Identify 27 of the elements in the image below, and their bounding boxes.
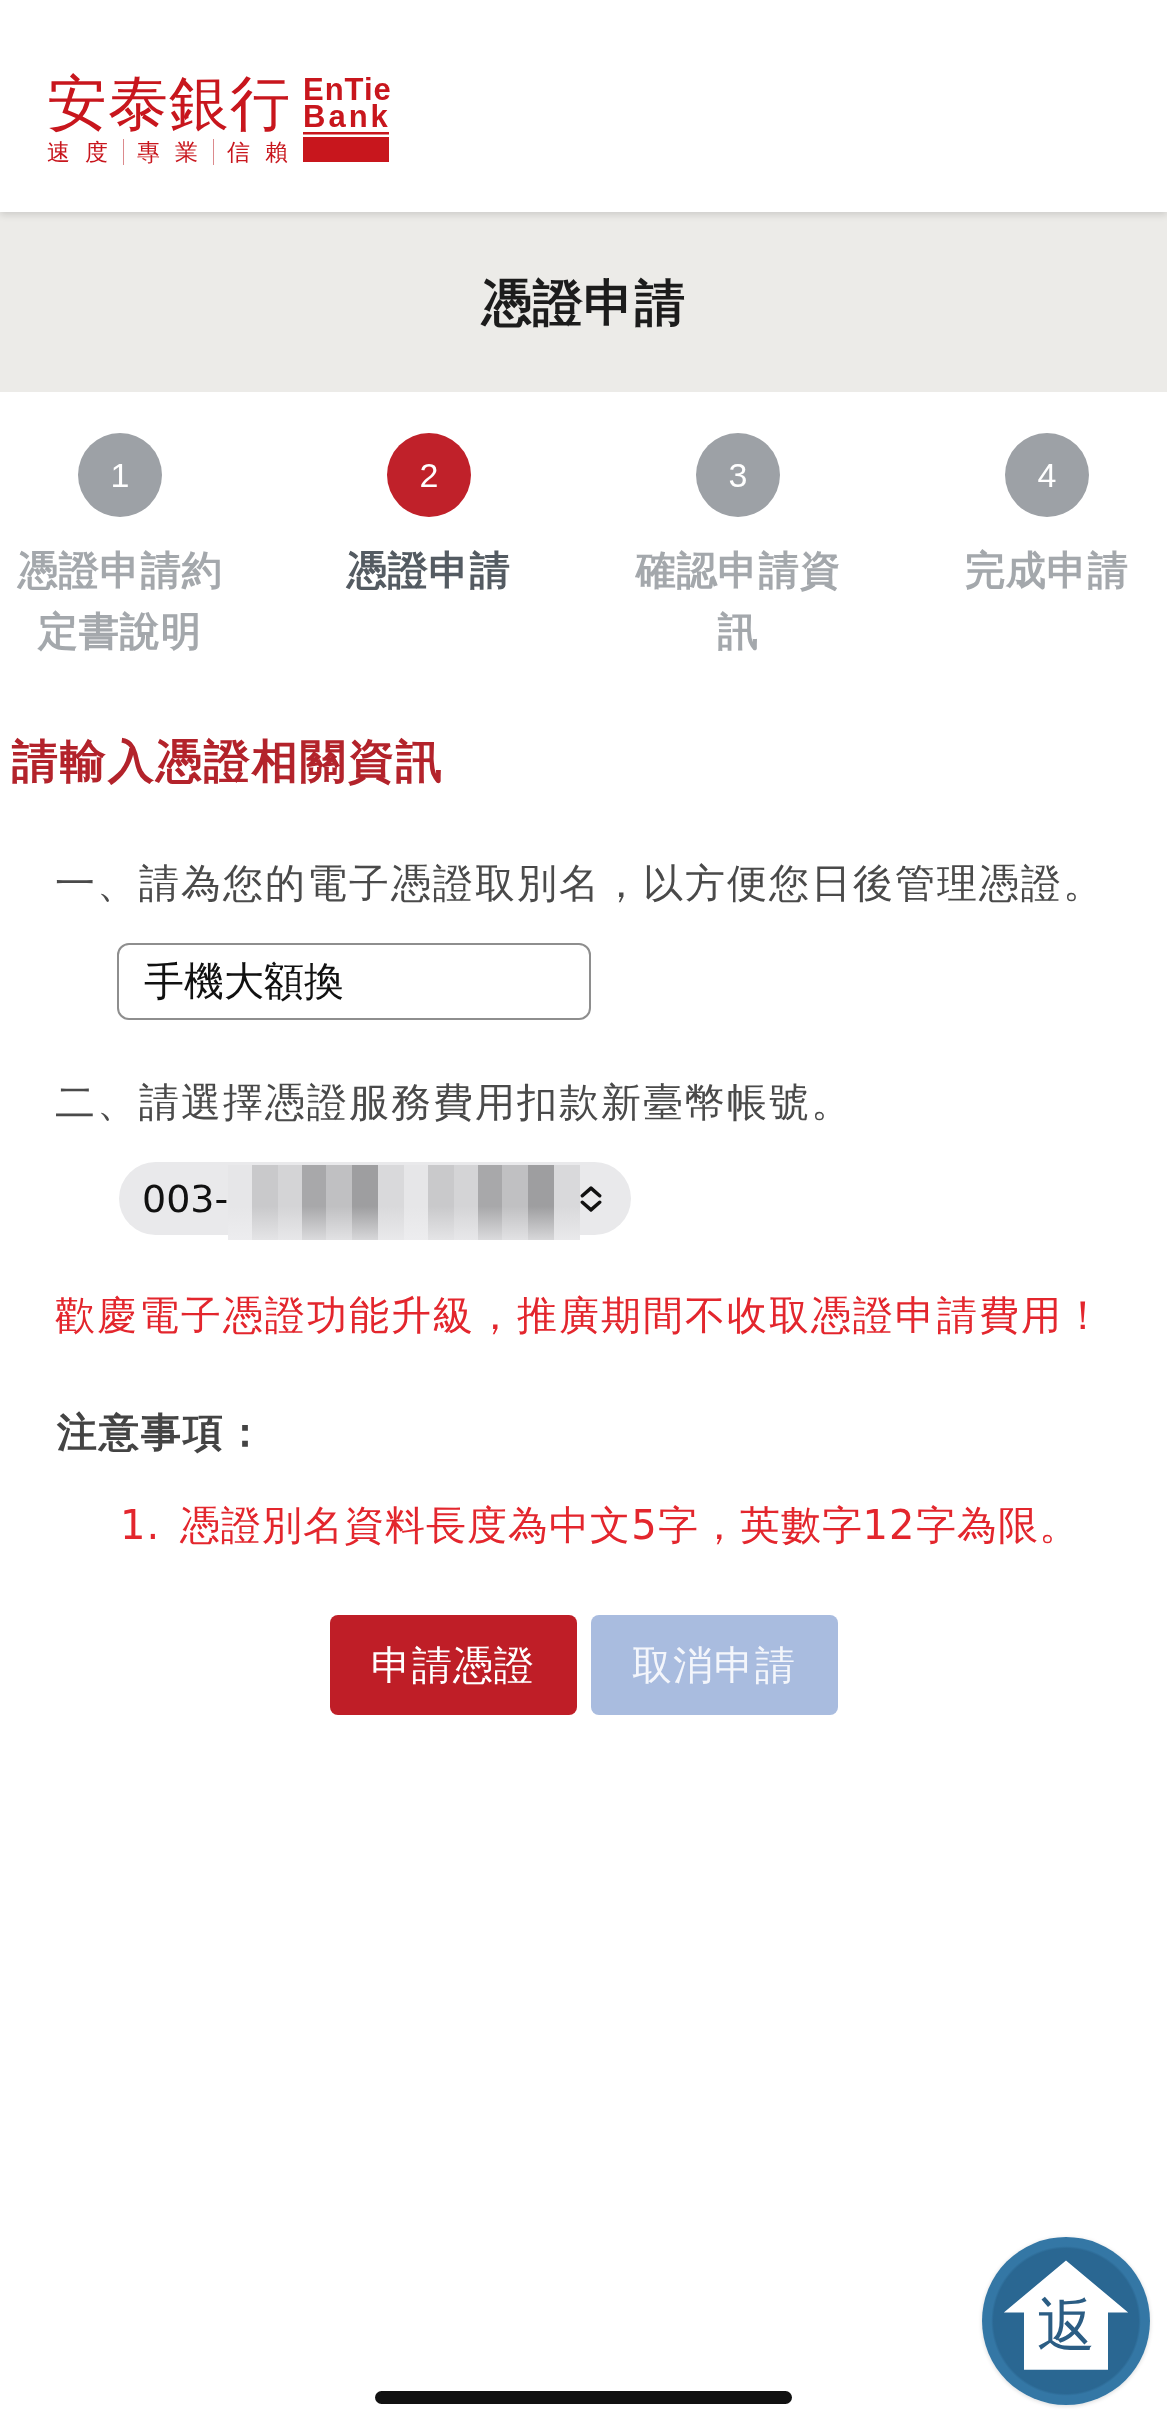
logo-tagline-item: 專業 <box>137 138 213 166</box>
alias-input-field[interactable]: 手機大額換 <box>117 943 591 1020</box>
home-button[interactable]: 返 <box>982 2237 1150 2405</box>
step-number-badge: 4 <box>1005 433 1089 517</box>
logo-tagline-item: 信賴 <box>227 138 303 166</box>
notes-title: 注意事項： <box>57 1408 267 1457</box>
note-text: 憑證別名資料長度為中文5字，英數字12字為限。 <box>180 1501 1080 1550</box>
step-label: 憑證申請 <box>347 546 511 595</box>
step-number-badge: 3 <box>696 433 780 517</box>
field-label: 二、請選擇憑證服務費用扣款新臺幣帳號。 <box>55 1078 853 1127</box>
step-number-badge: 2 <box>387 433 471 517</box>
apply-button[interactable]: 申請憑證 <box>329 1615 577 1715</box>
updown-chevron-icon <box>580 1185 603 1212</box>
page-title: 憑證申請 <box>481 273 686 334</box>
promo-notice: 歡慶電子憑證功能升級，推廣期間不收取憑證申請費用！ <box>55 1291 1105 1340</box>
logo-tagline-item: 速度 <box>47 138 123 166</box>
step-label: 確認申請資訊 <box>634 546 842 656</box>
form-heading: 請輸入憑證相關資訊 <box>12 733 444 790</box>
step-label: 憑證申請約定書說明 <box>16 546 224 656</box>
logo-english-text: EnTie <box>303 76 392 103</box>
field-label: 一、請為您的電子憑證取別名，以方便您日後管理憑證。 <box>55 859 1105 908</box>
step-number-badge: 1 <box>78 433 162 517</box>
note-number: 1. <box>120 1501 161 1550</box>
logo-title: 安泰銀行 <box>47 71 291 135</box>
step-label: 完成申請 <box>965 546 1129 595</box>
logo-stripe-icon <box>303 132 389 162</box>
logo-english-text: Bank <box>303 103 392 130</box>
